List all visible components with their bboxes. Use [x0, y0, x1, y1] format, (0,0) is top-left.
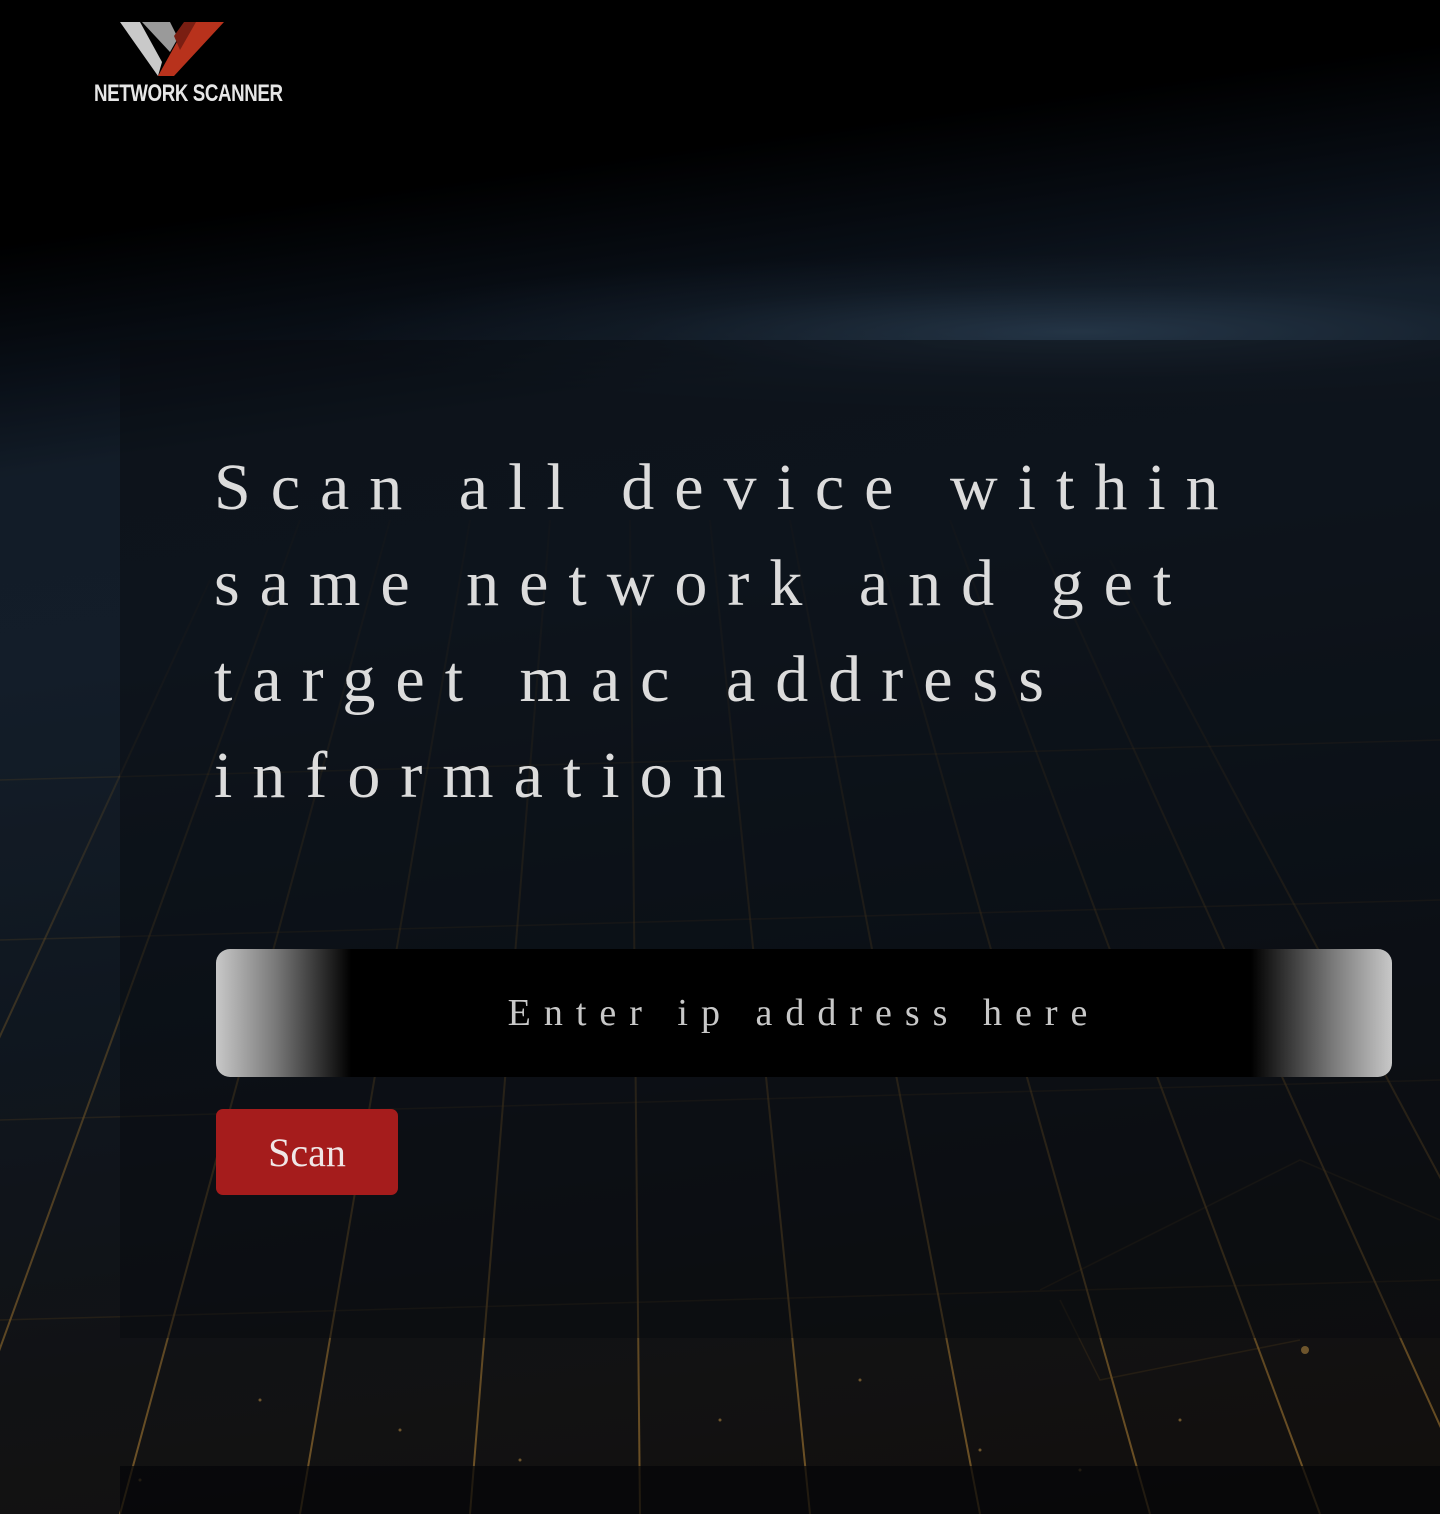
results-panel [120, 1466, 1440, 1514]
brand-logo[interactable]: NETWORK SCANNER [72, 20, 283, 108]
ip-address-input[interactable] [216, 949, 1392, 1077]
network-scanner-w-logo-icon [120, 22, 224, 76]
brand-name: NETWORK SCANNER [94, 80, 283, 107]
scan-button[interactable]: Scan [216, 1109, 398, 1195]
hero-headline: Scan all device within same network and … [214, 451, 1239, 812]
